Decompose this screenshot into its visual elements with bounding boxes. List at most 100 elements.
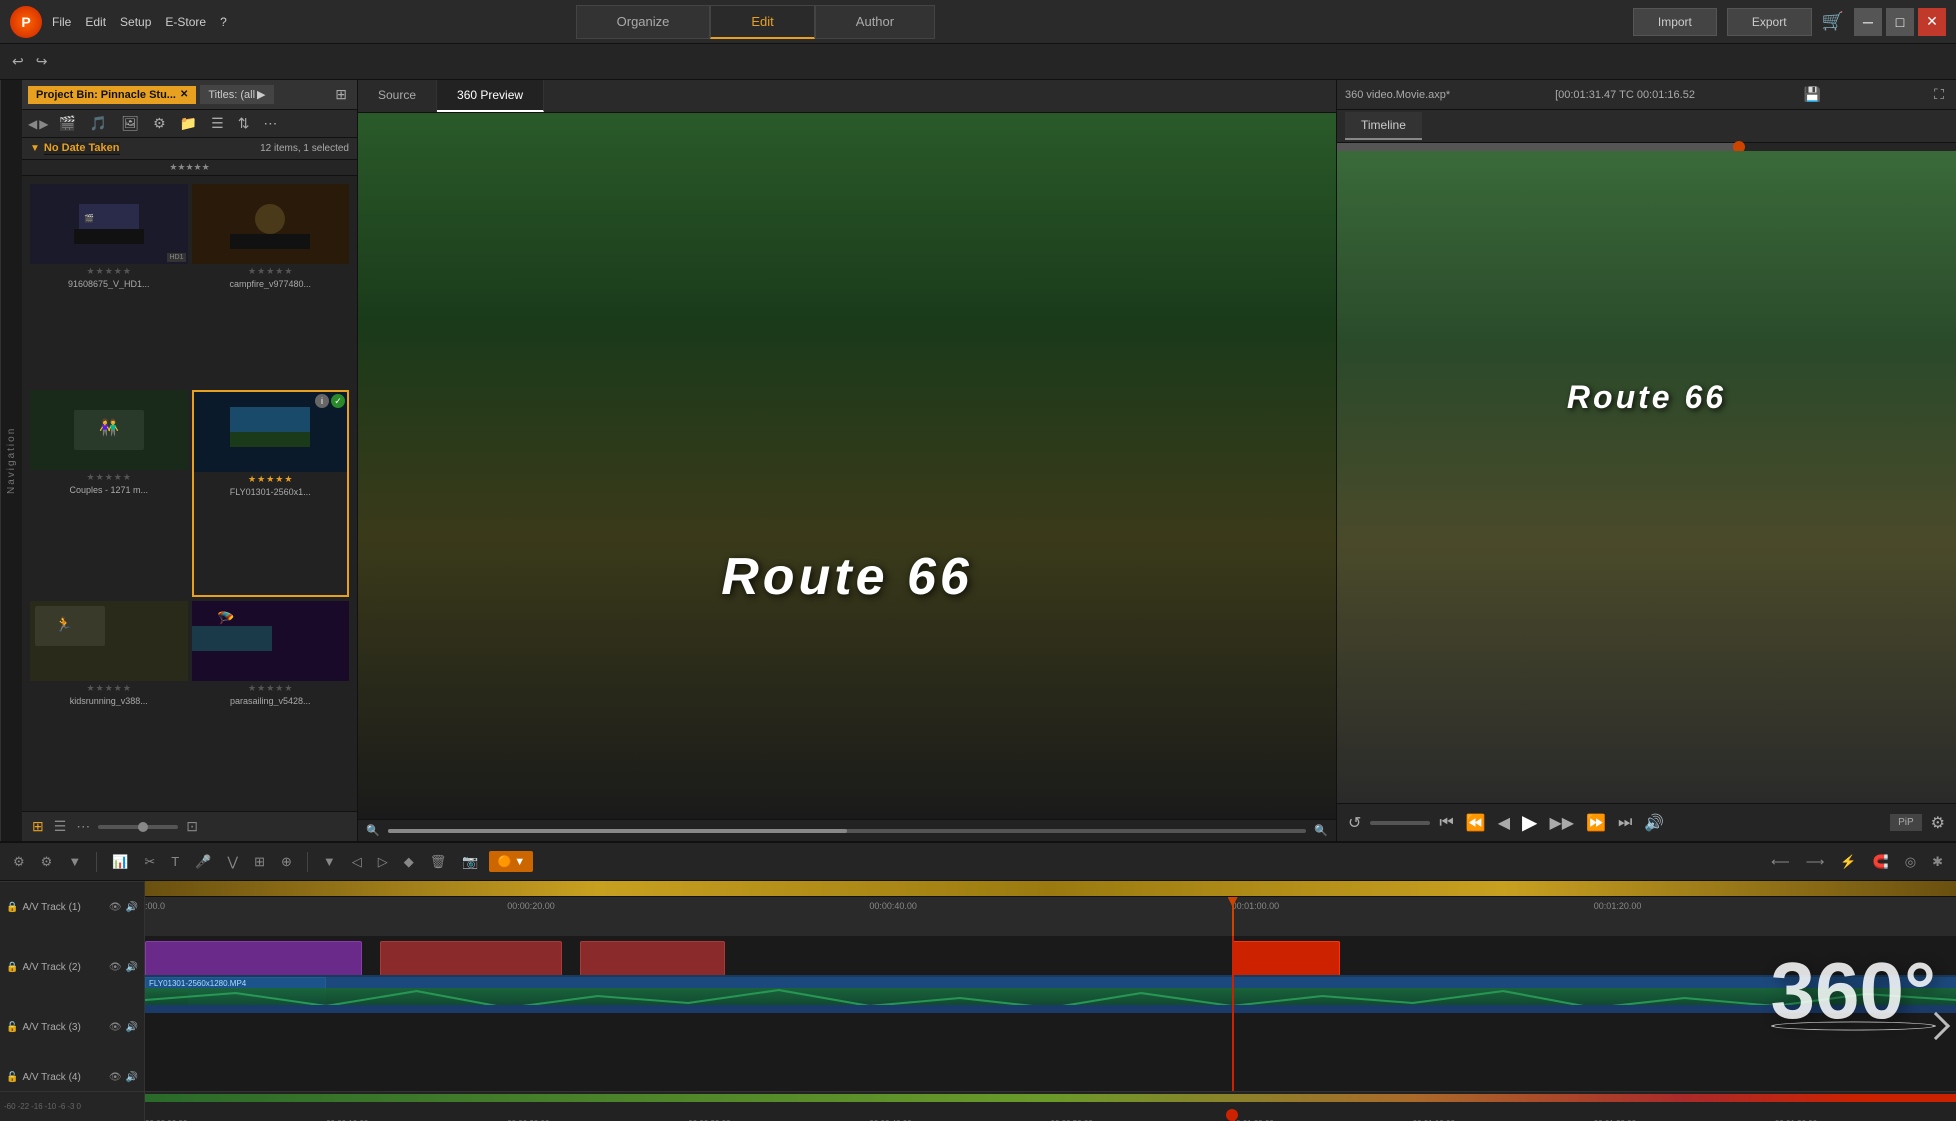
clip-1e[interactable] [1232,941,1341,975]
import-button[interactable]: Import [1633,8,1717,36]
grid-view-button[interactable]: ⊞ [30,816,46,837]
zoom-slider[interactable] [388,829,1307,833]
expand-button[interactable]: ⊡ [184,816,200,837]
menu-setup[interactable]: Setup [120,15,151,29]
pip-button[interactable]: PiP [1890,814,1922,831]
track-eye-4[interactable]: 👁 [109,1072,122,1083]
record-button[interactable]: 🎤 [190,851,216,873]
sort-icon-btn[interactable]: ⇅ [234,113,254,134]
timeline-tab-button[interactable]: Timeline [1345,112,1422,140]
timeline-right-6[interactable]: ✱ [1927,851,1948,873]
folder-icon-btn[interactable]: 📁 [176,113,201,134]
list-item[interactable]: 🎬 HD1 ★★★★★ 91608675_V_HD1... [30,184,188,386]
video-icon-btn[interactable]: 🎬 [54,113,79,134]
delete-btn[interactable]: 🗑 [425,851,452,873]
trim-button[interactable]: ✂ [139,851,160,873]
list-icon-btn[interactable]: ☰ [207,113,228,134]
camera-btn[interactable]: 📷 [457,851,483,873]
mark-out-btn[interactable]: ▷ [373,851,393,873]
track-content-4[interactable] [145,1052,1956,1091]
project-bin-tab[interactable]: Project Bin: Pinnacle Stu... ✕ [28,86,196,104]
timeline-settings-button[interactable]: ⚙ [8,851,30,873]
timeline-right-4[interactable]: 🧲 [1868,851,1894,873]
tab-edit[interactable]: Edit [710,5,814,39]
rewind-button[interactable]: ◀ [1495,810,1513,836]
text-button[interactable]: T [166,851,184,872]
timeline-right-1[interactable]: ⟵ [1766,851,1795,873]
volume-slider[interactable] [1370,821,1430,825]
audio-button[interactable]: 🔊 [1641,810,1667,836]
loop-button[interactable]: ↺ [1345,810,1364,836]
clip-1b[interactable] [380,941,561,975]
settings-button[interactable]: ⚙ [1928,810,1948,836]
titles-tab[interactable]: Titles: (all ▶ [200,85,273,104]
keyframe-btn[interactable]: ◆ [399,851,419,873]
close-button[interactable]: ✕ [1918,8,1946,36]
timeline-scrubber[interactable] [1337,143,1956,151]
track-content-1[interactable] [145,936,1956,975]
list-item[interactable]: ✓ i ★★★★★ FLY01301-2560x1... [192,390,350,596]
undo-button[interactable]: ↩ [8,51,28,72]
menu-file[interactable]: File [52,15,71,29]
size-slider[interactable] [98,825,178,829]
track-audio-1[interactable]: 🔊 [126,902,138,913]
image-icon-btn[interactable]: 🖼 [117,113,143,134]
back-arrow[interactable]: ◀ [28,117,37,131]
track-eye-3[interactable]: 👁 [109,1022,122,1033]
next-frame-button[interactable]: ⏩ [1583,810,1609,836]
list-item[interactable]: 🏃 ★★★★★ kidsrunning_v388... [30,601,188,803]
cart-icon[interactable]: 🛒 [1822,11,1844,32]
skip-end-button[interactable]: ⏭ [1615,811,1635,835]
menu-estore[interactable]: E-Store [165,15,206,29]
redo-button[interactable]: ↪ [32,51,52,72]
timeline-right-3[interactable]: ⚡ [1835,851,1861,873]
maximize-button[interactable]: □ [1886,8,1914,36]
minimize-button[interactable]: ─ [1854,8,1882,36]
timeline-snap-button[interactable]: ⚙ [36,851,58,873]
audio-icon-btn[interactable]: 🎵 [86,113,111,134]
list-item[interactable]: ★★★★★ campfire_v977480... [192,184,350,386]
timeline-right-5[interactable]: ◎ [1900,851,1921,873]
list-view-button[interactable]: ☰ [52,816,69,837]
play-button[interactable]: ▶ [1519,807,1540,838]
save-icon-button[interactable]: 💾 [1800,84,1825,105]
forward-arrow[interactable]: ▶ [39,117,48,131]
svg-text:🎬: 🎬 [84,213,94,223]
track-audio-4[interactable]: 🔊 [126,1072,138,1083]
clip-1c[interactable] [580,941,725,975]
panel-grid-button[interactable]: ⊞ [331,84,351,105]
effects-icon-btn[interactable]: ⚙ [149,113,170,134]
export-button[interactable]: Export [1727,8,1812,36]
fullscreen-icon-button[interactable]: ⛶ [1930,84,1948,105]
list-item[interactable]: 🪂 ★★★★★ parasailing_v5428... [192,601,350,803]
tab-360-preview[interactable]: 360 Preview [437,80,544,112]
track-content-2[interactable]: FLY01301-2560x1280.MP4 [145,975,1956,1014]
track-eye-2[interactable]: 👁 [109,962,122,973]
mark-in-btn[interactable]: ◁ [347,851,367,873]
histogram-button[interactable]: 📊 [107,851,133,873]
more-view-button[interactable]: ⋯ [74,816,92,837]
color-button[interactable]: ⊕ [276,851,297,873]
prev-frame-button[interactable]: ⏪ [1463,810,1489,836]
skip-start-button[interactable]: ⏮ [1436,811,1456,835]
forward-button[interactable]: ▶▶ [1546,810,1577,836]
tab-organize[interactable]: Organize [576,5,711,39]
split-button[interactable]: ⋁ [222,851,243,873]
track-audio-3[interactable]: 🔊 [126,1022,138,1033]
grid-button[interactable]: ⊞ [249,851,270,873]
tab-author[interactable]: Author [815,5,935,39]
more-icon-btn[interactable]: ⋯ [259,113,281,134]
timeline-dropdown-button[interactable]: ▼ [63,851,86,872]
tab-source[interactable]: Source [358,80,437,112]
track-audio-2[interactable]: 🔊 [126,962,138,973]
track-content-3[interactable] [145,1013,1956,1052]
mark-dropdown-btn[interactable]: 🟠 ▼ [489,851,533,872]
project-bin-close[interactable]: ✕ [180,89,188,100]
list-item[interactable]: 👫 ★★★★★ Couples - 1271 m... [30,390,188,596]
track-eye-1[interactable]: 👁 [109,902,122,913]
clip-1a[interactable] [145,941,362,975]
timeline-right-2[interactable]: ⟶ [1801,851,1830,873]
menu-help[interactable]: ? [220,15,227,29]
menu-edit[interactable]: Edit [85,15,106,29]
playhead-btn[interactable]: ▼ [318,851,341,872]
